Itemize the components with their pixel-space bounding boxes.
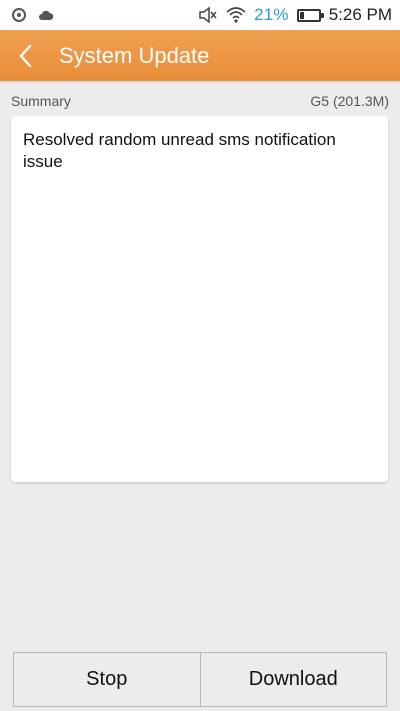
status-bar: 21% 5:26 PM	[0, 0, 400, 30]
page-title: System Update	[59, 42, 210, 68]
summary-label: Summary	[11, 93, 71, 109]
record-icon	[12, 8, 26, 22]
download-button[interactable]: Download	[200, 652, 387, 707]
battery-icon	[296, 8, 324, 22]
bottom-action-bar: Stop Download	[13, 652, 387, 707]
release-notes-card: Resolved random unread sms notification …	[11, 116, 388, 482]
summary-row: Summary G5 (201.3M)	[11, 92, 389, 110]
clock: 5:26 PM	[328, 5, 392, 24]
cloud-icon	[39, 10, 54, 20]
status-bar-left	[12, 8, 54, 22]
version-size: G5 (201.3M)	[310, 93, 389, 109]
mute-icon	[199, 6, 217, 24]
back-button[interactable]	[0, 30, 50, 81]
stop-button[interactable]: Stop	[13, 652, 201, 707]
status-bar-right: 21% 5:26 PM	[198, 5, 392, 25]
battery-percent: 21%	[254, 5, 289, 24]
chevron-left-icon	[19, 44, 32, 67]
release-notes-text: Resolved random unread sms notification …	[23, 130, 336, 171]
wifi-icon	[226, 7, 246, 23]
battery-fill	[299, 11, 304, 19]
app-header: System Update	[0, 30, 400, 81]
